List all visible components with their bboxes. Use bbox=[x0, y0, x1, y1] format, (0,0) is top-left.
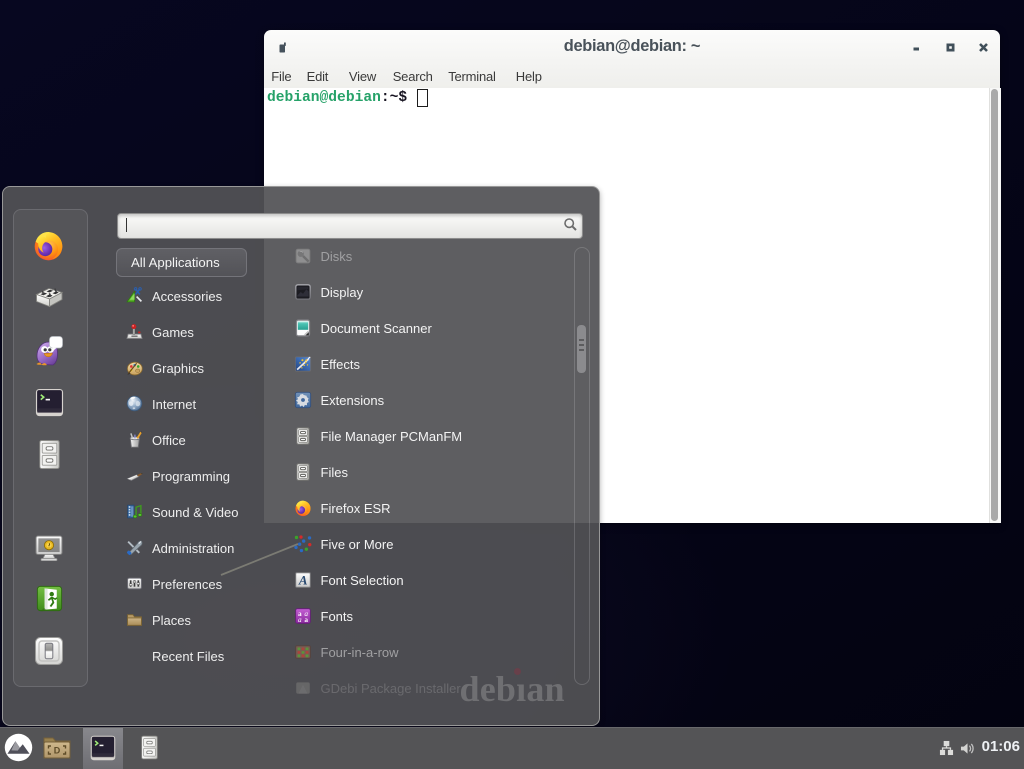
svg-text:A: A bbox=[298, 572, 308, 587]
svg-text:a: a bbox=[298, 615, 302, 624]
svg-text:D: D bbox=[54, 746, 61, 756]
svg-text:a: a bbox=[304, 615, 308, 624]
